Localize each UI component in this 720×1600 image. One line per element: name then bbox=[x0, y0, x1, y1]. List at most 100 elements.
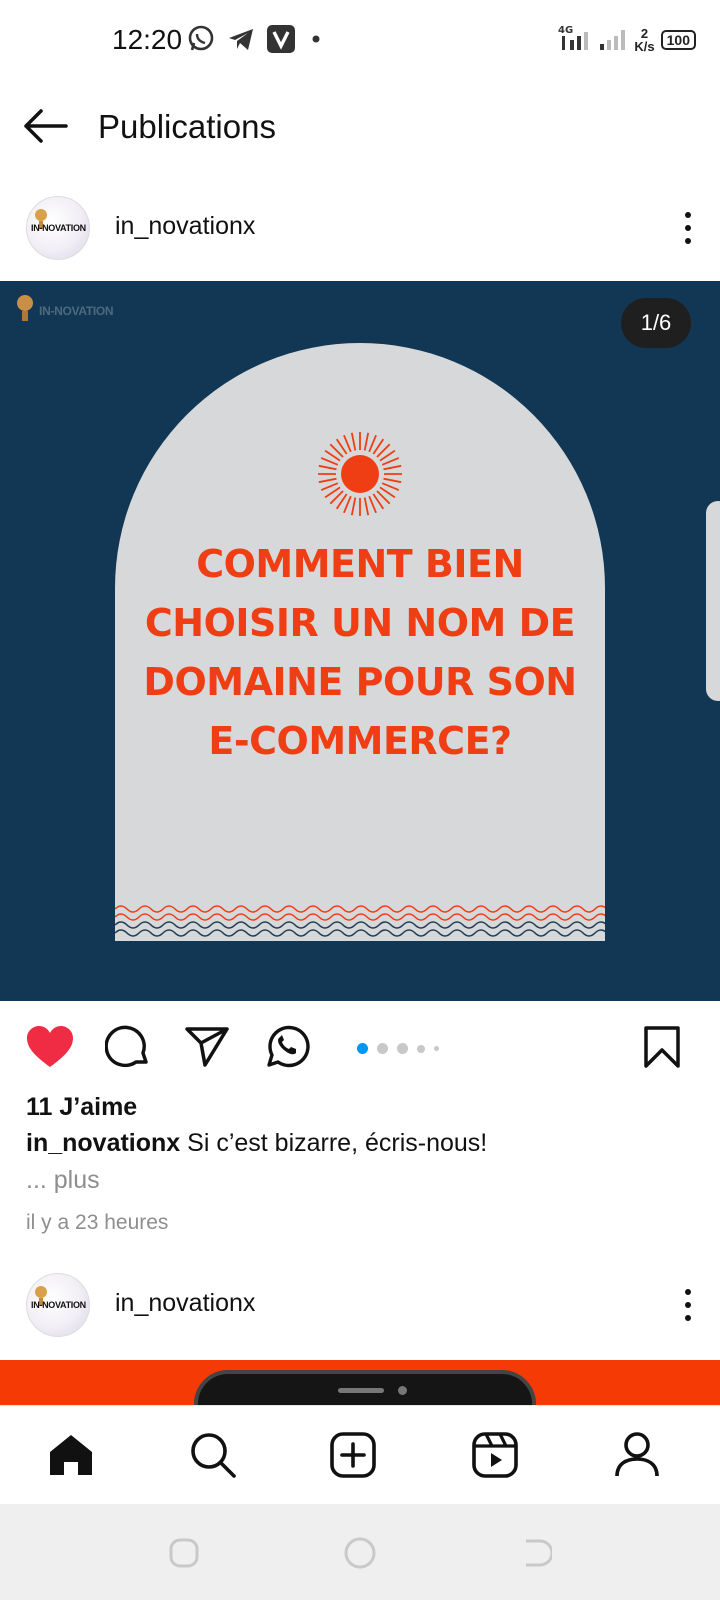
page-title: Publications bbox=[98, 108, 276, 145]
comment-icon bbox=[105, 1025, 148, 1068]
brand-mark-text: IN-NOVATION bbox=[39, 304, 114, 319]
dot-icon bbox=[685, 225, 691, 231]
phone-speaker bbox=[338, 1388, 384, 1393]
system-home-button[interactable] bbox=[340, 1534, 380, 1572]
post-username[interactable]: in_novationx bbox=[115, 1289, 255, 1318]
carousel-dot bbox=[397, 1043, 408, 1054]
recent-apps-icon bbox=[169, 1538, 199, 1568]
caption-text: Si c’est bizarre, écris-nous! bbox=[187, 1129, 488, 1157]
brand-mark: IN-NOVATION bbox=[14, 293, 114, 331]
next-slide-peek bbox=[706, 501, 720, 701]
post-header: IN-NOVATION in_novationx bbox=[0, 188, 720, 268]
share-button[interactable] bbox=[181, 1022, 233, 1072]
sun-ray bbox=[350, 432, 357, 451]
next-post-header: IN-NOVATION in_novationx bbox=[0, 1265, 720, 1345]
status-time: 12:20 bbox=[112, 24, 183, 55]
sun-ray bbox=[363, 432, 370, 451]
sun-ray bbox=[383, 477, 402, 484]
network-speed-value: 2 bbox=[640, 25, 649, 41]
nav-search[interactable] bbox=[185, 1428, 241, 1482]
sun-ray bbox=[368, 434, 377, 453]
lightbulb-icon bbox=[17, 295, 33, 321]
avatar-text: IN-NOVATION bbox=[31, 1300, 86, 1310]
sun-ray bbox=[318, 464, 337, 471]
dot-icon bbox=[685, 212, 691, 218]
v-app-icon bbox=[266, 24, 296, 59]
sun-ray bbox=[343, 434, 352, 453]
more-options-button[interactable] bbox=[676, 208, 700, 248]
headline-line: CHOISIR UN NOM DE bbox=[144, 601, 576, 645]
signal-4g-icon: 4G bbox=[558, 22, 592, 57]
next-post-image[interactable] bbox=[0, 1360, 720, 1405]
arrow-left-icon bbox=[24, 109, 68, 143]
whatsapp-icon bbox=[186, 24, 216, 59]
dot-icon bbox=[685, 1315, 691, 1321]
avatar[interactable]: IN-NOVATION bbox=[26, 196, 90, 260]
avatar[interactable]: IN-NOVATION bbox=[26, 1273, 90, 1337]
phone-illustration bbox=[194, 1370, 536, 1405]
sun-ray bbox=[381, 457, 400, 466]
recent-apps-button[interactable] bbox=[164, 1534, 204, 1572]
post-actions bbox=[0, 1016, 720, 1080]
caption-username[interactable]: in_novationx bbox=[26, 1129, 180, 1157]
sun-ray bbox=[368, 495, 377, 514]
system-back-button[interactable] bbox=[516, 1534, 556, 1572]
dot-icon bbox=[685, 1289, 691, 1295]
telegram-icon bbox=[226, 24, 256, 59]
bookmark-icon bbox=[644, 1026, 680, 1068]
home-circle-icon bbox=[344, 1537, 376, 1569]
whatsapp-share-button[interactable] bbox=[260, 1022, 312, 1072]
send-icon bbox=[185, 1027, 229, 1067]
likes-count[interactable]: 11 J’aime bbox=[26, 1093, 137, 1122]
save-button[interactable] bbox=[636, 1022, 688, 1072]
heart-filled-icon bbox=[27, 1026, 73, 1067]
sun-ray bbox=[383, 464, 402, 471]
notification-dot-icon bbox=[306, 24, 326, 59]
network-speed: 2 K/s bbox=[634, 27, 654, 53]
search-icon bbox=[191, 1433, 236, 1478]
post-username[interactable]: in_novationx bbox=[115, 212, 255, 241]
phone-camera bbox=[398, 1386, 407, 1395]
post-arch-card: COMMENT BIEN CHOISIR UN NOM DE DOMAINE P… bbox=[115, 343, 605, 941]
like-button[interactable] bbox=[24, 1022, 76, 1072]
sun-icon bbox=[318, 432, 402, 516]
headline-line: COMMENT BIEN bbox=[196, 542, 524, 586]
post-timestamp: il y a 23 heures bbox=[26, 1211, 169, 1234]
whatsapp-icon bbox=[267, 1025, 310, 1068]
back-icon bbox=[526, 1539, 552, 1567]
carousel-dot bbox=[417, 1044, 425, 1053]
carousel-dot bbox=[434, 1046, 439, 1051]
nav-reels[interactable] bbox=[467, 1428, 523, 1482]
post-image[interactable]: IN-NOVATION 1/6 COMMENT BIEN CHOISIR UN … bbox=[0, 281, 720, 1001]
dot-icon bbox=[685, 238, 691, 244]
create-icon bbox=[330, 1432, 376, 1478]
svg-text:4G: 4G bbox=[558, 25, 573, 36]
comment-button[interactable] bbox=[102, 1022, 154, 1072]
headline-line: E-COMMERCE? bbox=[208, 719, 512, 763]
decorative-waves bbox=[115, 905, 605, 937]
status-right: 4G 2 K/s 100 bbox=[558, 22, 696, 57]
more-options-button[interactable] bbox=[676, 1285, 700, 1325]
sun-ray bbox=[350, 497, 357, 516]
post-caption: in_novationx Si c’est bizarre, écris-nou… bbox=[26, 1129, 487, 1158]
system-navigation bbox=[0, 1504, 720, 1600]
caption-more-link[interactable]: ... plus bbox=[26, 1166, 100, 1195]
signal-bars-icon bbox=[598, 22, 628, 57]
sun-ray bbox=[363, 497, 370, 516]
carousel-dots bbox=[357, 1043, 439, 1054]
home-icon bbox=[50, 1435, 92, 1475]
reels-icon bbox=[472, 1432, 518, 1478]
carousel-dot-active bbox=[357, 1043, 368, 1054]
sun-ray bbox=[320, 457, 339, 466]
status-bar: 12:20 4G 2 K/s 100 bbox=[0, 0, 720, 80]
back-button[interactable] bbox=[20, 104, 72, 148]
nav-home[interactable] bbox=[43, 1428, 99, 1482]
nav-profile[interactable] bbox=[609, 1428, 665, 1482]
status-app-icons bbox=[186, 24, 326, 59]
carousel-dot bbox=[377, 1043, 388, 1054]
dot-icon bbox=[685, 1302, 691, 1308]
headline-line: DOMAINE POUR SON bbox=[143, 660, 577, 704]
network-speed-unit: K/s bbox=[634, 38, 655, 54]
nav-create[interactable] bbox=[325, 1428, 381, 1482]
post-headline: COMMENT BIEN CHOISIR UN NOM DE DOMAINE P… bbox=[115, 535, 605, 771]
